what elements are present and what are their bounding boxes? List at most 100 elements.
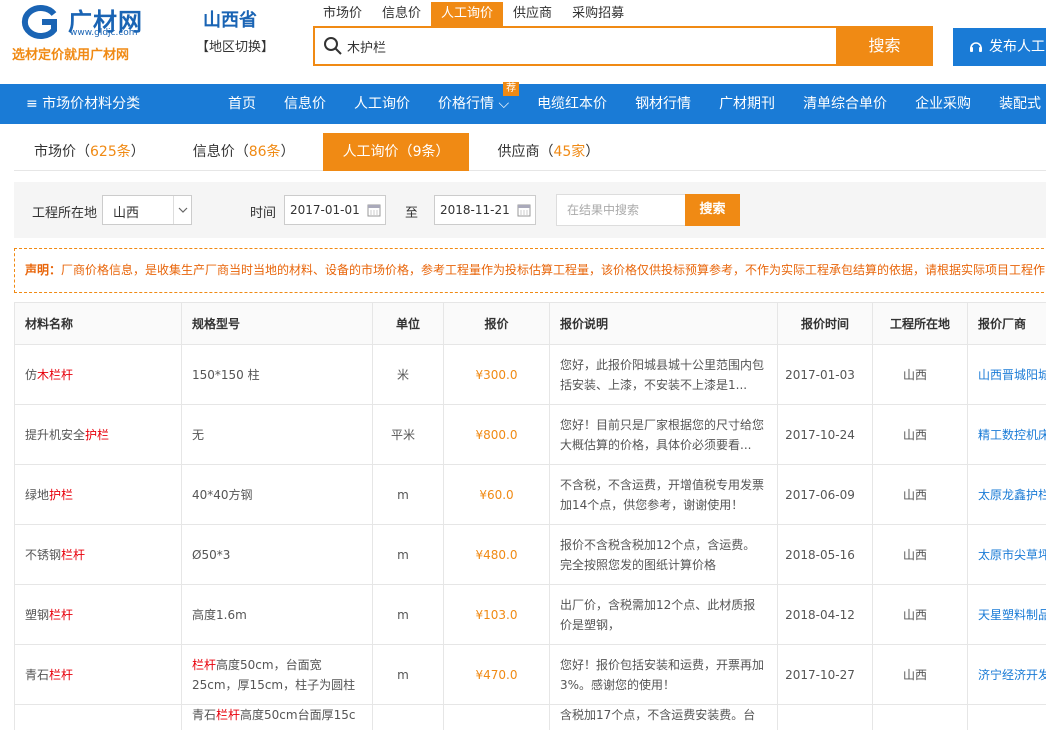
cell-date: 2017-10-27 [777, 644, 873, 705]
search-type-tabs: 市场价 信息价 人工询价 供应商 采购招募 [313, 2, 634, 26]
table-row[interactable]: 青石栏杆 栏杆高度50cm，台面宽25cm，厚15cm，柱子为圆柱形... m … [14, 644, 1046, 705]
table-header-row: 材料名称 规格型号 单位 报价 报价说明 报价时间 工程所在地 报价厂商 [14, 302, 1046, 345]
cell-vendor-link[interactable]: 天星塑料制品 [967, 584, 1046, 645]
cell-vendor-link[interactable]: 济宁经济开发 [967, 644, 1046, 705]
notice-text: 厂商价格信息，是收集生产厂商当时当地的材料、设备的市场价格，参考工程量作为投标估… [61, 263, 1046, 277]
cell-location: 山西 [872, 644, 968, 705]
table-row[interactable]: 不锈钢栏杆 Ø50*3 m ¥480.0 报价不含税含税加12个点，含运费。完全… [14, 524, 1046, 585]
tab-manual-inquiry[interactable]: 人工询价（9条） [322, 133, 470, 171]
search-tab-procurement[interactable]: 采购招募 [562, 2, 634, 26]
nav-item-steel-market[interactable]: 钢材行情 [621, 84, 705, 124]
cell-vendor-link[interactable]: 山西晋城阳城 [967, 344, 1046, 405]
tab-market-price[interactable]: 市场价（625条） [14, 133, 165, 171]
cell-price: ¥800.0 [443, 404, 550, 465]
result-search-input[interactable]: 在结果中搜索 [556, 194, 686, 226]
main-nav: ≡ 市场价材料分类 首页 信息价 人工询价 价格行情 ⌵ 荐 电缆红本价 钢材行… [0, 82, 1046, 124]
cell-vendor-link[interactable]: 太原市尖草坪 [967, 524, 1046, 585]
nav-item-cable-price[interactable]: 电缆红本价 [523, 84, 621, 124]
search-tab-supplier[interactable]: 供应商 [503, 2, 562, 26]
cell-name: 仿木栏杆 [14, 344, 182, 405]
search-tab-info[interactable]: 信息价 [372, 2, 431, 26]
cell-desc: 含税加17个点，不含运费安装费。台 [549, 704, 778, 730]
result-search-button[interactable]: 搜索 [685, 194, 740, 226]
search-tab-market[interactable]: 市场价 [313, 2, 372, 26]
site-logo[interactable]: 广材网 www.gldjc.com 选材定价就用广材网 [12, 2, 162, 64]
tab-info-price[interactable]: 信息价（86条） [173, 133, 315, 171]
price-table: 材料名称 规格型号 单位 报价 报价说明 报价时间 工程所在地 报价厂商 仿木栏… [14, 302, 1046, 730]
date-to-input[interactable]: 2018-11-21 [434, 195, 536, 225]
to-label: 至 [405, 206, 419, 221]
search-icon [324, 37, 342, 55]
price-table-wrap: 材料名称 规格型号 单位 报价 报价说明 报价时间 工程所在地 报价厂商 仿木栏… [14, 302, 1046, 730]
logo-slogan: 选材定价就用广材网 [12, 48, 130, 63]
nav-item-unit-price[interactable]: 清单综合单价 [789, 84, 901, 124]
nav-item-prefab[interactable]: 装配式 [985, 84, 1046, 124]
cell-vendor-link[interactable] [967, 704, 1046, 730]
cell-price: ¥470.0 [443, 644, 550, 705]
search-input[interactable] [347, 32, 827, 60]
location-select[interactable]: 山西 [102, 195, 192, 225]
table-row[interactable]: 青石栏杆高度50cm台面厚15c 含税加17个点，不含运费安装费。台 [14, 704, 1046, 730]
nav-item-journal[interactable]: 广材期刊 [705, 84, 789, 124]
cell-spec: 40*40方钢 [181, 464, 373, 525]
filter-bar: 工程所在地 山西 时间 2017-01-01 至 2018-11-21 在结果中… [14, 182, 1046, 238]
cell-location: 山西 [872, 344, 968, 405]
recommend-badge: 荐 [503, 82, 520, 96]
nav-item-price-trend-label: 价格行情 ⌵ [438, 96, 510, 112]
current-region: 山西省 [203, 10, 257, 31]
col-header-price: 报价 [443, 302, 550, 345]
cell-price [443, 704, 550, 730]
date-from-input[interactable]: 2017-01-01 [284, 195, 386, 225]
tab-count: 9条 [412, 144, 436, 160]
cell-desc: 您好！目前只是厂家根据您的尺寸给您大概估算的价格，具体价必须要看... [549, 404, 778, 465]
cell-location: 山西 [872, 404, 968, 465]
material-category-menu[interactable]: ≡ 市场价材料分类 [0, 84, 200, 124]
calendar-icon [517, 204, 531, 217]
disclaimer-notice: 声明：厂商价格信息，是收集生产厂商当时当地的材料、设备的市场价格，参考工程量作为… [14, 248, 1046, 293]
cell-desc: 报价不含税含税加12个点，含运费。完全按照您发的图纸计算价格 [549, 524, 778, 585]
search-button[interactable]: 搜索 [836, 26, 933, 66]
publish-button-label: 发布人工 [989, 39, 1045, 55]
nav-item-info-price[interactable]: 信息价 [270, 84, 340, 124]
table-row[interactable]: 绿地护栏 40*40方钢 m ¥60.0 不含税，不含运费，开增值税专用发票加1… [14, 464, 1046, 525]
cell-unit: 平米 [372, 404, 444, 465]
nav-items: 首页 信息价 人工询价 价格行情 ⌵ 荐 电缆红本价 钢材行情 广材期刊 清单综… [214, 82, 1046, 124]
cell-name [14, 704, 182, 730]
cell-spec: 栏杆高度50cm，台面宽25cm，厚15cm，柱子为圆柱形... [181, 644, 373, 705]
cell-name: 提升机安全护栏 [14, 404, 182, 465]
nav-item-enterprise-procurement[interactable]: 企业采购 [901, 84, 985, 124]
calendar-icon [367, 204, 381, 217]
cell-spec: 150*150 柱 [181, 344, 373, 405]
cell-location: 山西 [872, 524, 968, 585]
nav-item-price-trend[interactable]: 价格行情 ⌵ 荐 [424, 82, 523, 124]
tab-supplier[interactable]: 供应商（45家） [477, 133, 619, 171]
cell-unit: 米 [372, 344, 444, 405]
table-row[interactable]: 塑钢栏杆 高度1.6m m ¥103.0 出厂价，含税需加12个点、此材质报价是… [14, 584, 1046, 645]
col-header-unit: 单位 [372, 302, 444, 345]
cell-date [777, 704, 873, 730]
time-label: 时间 [250, 206, 277, 221]
cell-name: 塑钢栏杆 [14, 584, 182, 645]
search-tab-manual[interactable]: 人工询价 [431, 2, 504, 26]
chevron-down-icon [173, 196, 191, 224]
cell-spec: 无 [181, 404, 373, 465]
cell-price: ¥480.0 [443, 524, 550, 585]
notice-title: 声明： [25, 263, 62, 277]
cell-desc: 出厂价，含税需加12个点、此材质报价是塑钢， [549, 584, 778, 645]
cell-price: ¥300.0 [443, 344, 550, 405]
col-header-spec: 规格型号 [181, 302, 373, 345]
table-row[interactable]: 仿木栏杆 150*150 柱 米 ¥300.0 您好，此报价阳城县城十公里范围内… [14, 344, 1046, 405]
cell-date: 2018-04-12 [777, 584, 873, 645]
table-row[interactable]: 提升机安全护栏 无 平米 ¥800.0 您好！目前只是厂家根据您的尺寸给您大概估… [14, 404, 1046, 465]
region-switch-link[interactable]: 【地区切换】 [196, 36, 274, 55]
col-header-vendor: 报价厂商 [967, 302, 1046, 345]
cell-price: ¥60.0 [443, 464, 550, 525]
result-type-tabs: 市场价（625条） 信息价（86条） 人工询价（9条） 供应商（45家） [14, 133, 1046, 171]
cell-vendor-link[interactable]: 太原龙鑫护栏 [967, 464, 1046, 525]
publish-manual-button[interactable]: 发布人工 [953, 28, 1046, 66]
nav-item-manual-inquiry[interactable]: 人工询价 [340, 84, 424, 124]
cell-vendor-link[interactable]: 精工数控机床 [967, 404, 1046, 465]
nav-item-home[interactable]: 首页 [214, 84, 270, 124]
cell-name: 青石栏杆 [14, 644, 182, 705]
cell-desc: 您好！报价包括安装和运费，开票再加3%。感谢您的使用！ [549, 644, 778, 705]
